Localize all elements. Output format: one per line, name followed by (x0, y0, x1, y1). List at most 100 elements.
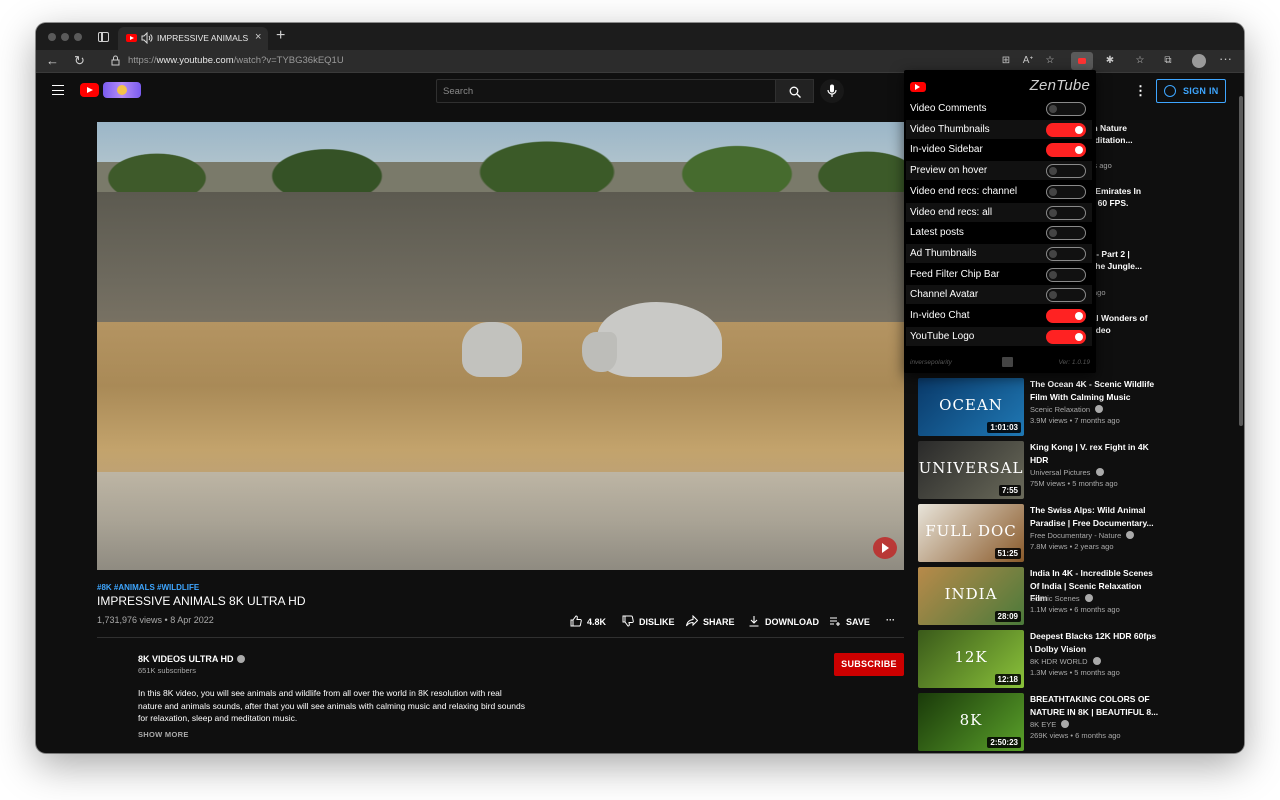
download-button[interactable]: DOWNLOAD (748, 615, 819, 627)
search-button[interactable] (776, 79, 814, 103)
channel-watermark-icon[interactable] (873, 537, 897, 559)
youtube-logo[interactable] (80, 83, 99, 97)
zentube-toggle-switch[interactable] (1046, 246, 1086, 261)
duration-badge: 1:01:03 (987, 422, 1021, 433)
zentube-option-row: In-video Chat (906, 306, 1092, 325)
recommendation-title[interactable]: Deepest Blacks 12K HDR 60fps \ Dolby Vis… (1030, 630, 1160, 655)
thumbs-down-icon (622, 615, 634, 627)
recommendation-channel-text: 8K HDR WORLD (1030, 657, 1088, 666)
recommendation-title[interactable]: King Kong | V. rex Fight in 4K HDR (1030, 441, 1160, 466)
recommendation-thumbnail[interactable]: 12K 12:18 (918, 630, 1024, 688)
dislike-button[interactable]: DISLIKE (622, 615, 675, 627)
duration-badge: 28:09 (994, 611, 1021, 622)
recommendation-thumbnail[interactable]: INDIA 28:09 (918, 567, 1024, 625)
back-arrow-icon[interactable]: ← (46, 53, 59, 69)
speaker-icon[interactable] (141, 32, 153, 44)
video-hashtags[interactable]: #8K #ANIMALS #WILDLIFE (97, 583, 199, 592)
app-grid-icon[interactable]: ⊞ (999, 54, 1013, 68)
recommendation-item[interactable]: FULL DOC 51:25 The Swiss Alps: Wild Animal… (918, 504, 1218, 562)
recommendation-channel[interactable]: Scenic Scenes (1030, 594, 1093, 603)
voice-search-button[interactable] (820, 79, 844, 103)
minimize-window-button[interactable] (61, 33, 69, 41)
recommendation-views: 3.9M views • 7 months ago (1030, 416, 1120, 425)
zentube-author[interactable]: inversepolarity (910, 359, 952, 366)
channel-name[interactable]: 8K VIDEOS ULTRA HD (138, 654, 245, 664)
recommendation-title[interactable]: BREATHTAKING COLORS OF NATURE IN 8K | BE… (1030, 693, 1160, 718)
reload-icon[interactable]: ↻ (74, 53, 85, 69)
show-more-button[interactable]: SHOW MORE (138, 730, 189, 739)
save-button[interactable]: SAVE (829, 615, 870, 627)
toggle-knob (1075, 332, 1083, 341)
browser-menu-icon[interactable]: ··· (1219, 51, 1232, 66)
recommendation-views: 7.8M views • 2 years ago (1030, 542, 1114, 551)
hamburger-menu-icon[interactable] (52, 85, 64, 95)
like-button[interactable]: 4.8K (570, 615, 606, 627)
collections-icon[interactable]: ⧉ (1161, 54, 1175, 68)
tab-youtube[interactable]: IMPRESSIVE ANIMALS 8K × (118, 27, 268, 50)
share-button[interactable]: SHARE (686, 615, 735, 627)
recommendation-thumbnail[interactable]: FULL DOC 51:25 (918, 504, 1024, 562)
recommendation-channel[interactable]: 8K HDR WORLD (1030, 657, 1101, 666)
tab-actions-icon[interactable] (98, 32, 109, 42)
recommendation-channel[interactable]: 8K EYE (1030, 720, 1070, 729)
recommendation-title[interactable]: The Ocean 4K - Scenic Wildlife Film With… (1030, 378, 1160, 403)
recommendation-item[interactable]: UNIVERSAL 7:55 King Kong | V. rex Fight in… (918, 441, 1218, 499)
sign-in-button[interactable]: SIGN IN (1156, 79, 1226, 103)
scrollbar-thumb[interactable] (1239, 96, 1243, 426)
close-tab-icon[interactable]: × (255, 31, 261, 43)
download-icon (749, 616, 759, 627)
extensions-puzzle-icon[interactable]: ✱ (1103, 54, 1117, 68)
zentube-toggle-switch[interactable] (1046, 309, 1086, 323)
lock-icon[interactable] (111, 55, 120, 66)
close-window-button[interactable] (48, 33, 56, 41)
recommendation-item[interactable]: OCEAN 1:01:03 The Ocean 4K - Scenic Wildli… (918, 378, 1218, 436)
duration-badge: 12:18 (994, 674, 1021, 685)
url-prefix: https:// (128, 55, 157, 66)
rhino-adult (582, 302, 722, 377)
zentube-toggle-switch[interactable] (1046, 329, 1086, 344)
tab-title: IMPRESSIVE ANIMALS 8K (157, 33, 249, 43)
thumbnail-text: UNIVERSAL (918, 459, 1024, 477)
recommendation-item[interactable]: INDIA 28:09 India In 4K - Incredible Scene… (918, 567, 1218, 625)
recommendation-channel[interactable]: Universal Pictures (1030, 468, 1104, 477)
favorite-star-icon[interactable]: ☆ (1043, 54, 1057, 68)
zentube-extension-icon[interactable] (1071, 52, 1093, 70)
zentube-toggle-switch[interactable] (1046, 102, 1086, 116)
zentube-toggle-switch[interactable] (1046, 288, 1086, 303)
settings-menu-icon[interactable]: ⋮ (1134, 83, 1147, 99)
subscribe-button[interactable]: SUBSCRIBE (834, 653, 904, 676)
github-icon[interactable] (1002, 357, 1013, 367)
recommendation-thumbnail[interactable]: 8K 2:50:23 (918, 693, 1024, 751)
recommendation-thumbnail[interactable]: UNIVERSAL 7:55 (918, 441, 1024, 499)
favorites-list-icon[interactable]: ☆ (1133, 54, 1147, 68)
recommendation-item[interactable]: 8K 2:50:23 BREATHTAKING COLORS OF NATURE I… (918, 693, 1218, 751)
youtube-doodle[interactable] (103, 82, 141, 98)
zentube-option-row: Video Comments (906, 99, 1092, 118)
more-actions-button[interactable]: ··· (886, 615, 895, 625)
page-scrollbar[interactable] (1238, 74, 1244, 753)
new-tab-button[interactable]: + (276, 26, 285, 46)
browser-window: IMPRESSIVE ANIMALS 8K × + ← ↻ https://ww… (36, 23, 1244, 753)
zentube-toggle-switch[interactable] (1046, 267, 1086, 282)
toggle-knob (1049, 229, 1057, 238)
recommendation-item[interactable]: 12K 12:18 Deepest Blacks 12K HDR 60fps \ D… (918, 630, 1218, 688)
zentube-toggle-switch[interactable] (1046, 205, 1086, 220)
recommendation-channel[interactable]: Free Documentary - Nature (1030, 531, 1135, 540)
recommendation-thumbnail[interactable]: OCEAN 1:01:03 (918, 378, 1024, 436)
zentube-toggle-switch[interactable] (1046, 184, 1086, 199)
recommendation-title[interactable]: The Swiss Alps: Wild Animal Paradise | F… (1030, 504, 1160, 529)
video-player[interactable] (97, 122, 904, 570)
zentube-toggle-switch[interactable] (1046, 122, 1086, 137)
zentube-option-label: Video Comments (910, 103, 987, 114)
read-aloud-icon[interactable]: Aᐩ (1021, 54, 1035, 68)
address-bar[interactable]: https://www.youtube.com/watch?v=TYBG36kE… (128, 55, 344, 66)
verified-badge-icon (1061, 720, 1070, 728)
search-input[interactable]: Search (436, 79, 776, 103)
zentube-toggle-switch[interactable] (1046, 164, 1086, 179)
zentube-toggle-switch[interactable] (1046, 143, 1086, 158)
recommendation-channel[interactable]: Scenic Relaxation (1030, 405, 1104, 414)
profile-avatar[interactable] (1192, 54, 1206, 68)
zentube-toggle-switch[interactable] (1046, 226, 1086, 241)
maximize-window-button[interactable] (74, 33, 82, 41)
thumbnail-text: 8K (959, 711, 983, 729)
